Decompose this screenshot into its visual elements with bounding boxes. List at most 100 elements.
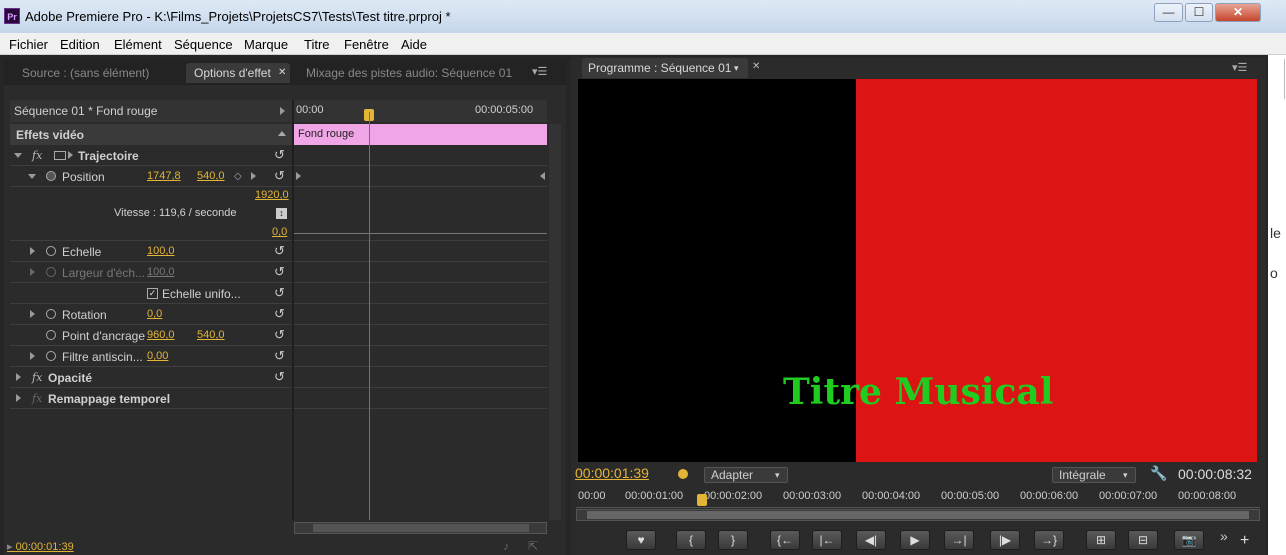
expand-arrow-icon[interactable]	[280, 107, 285, 115]
step-forward-button[interactable]: |▶	[990, 530, 1020, 550]
audio-icon[interactable]: ♪	[503, 539, 509, 553]
step-forward-frame-button[interactable]: →|	[944, 530, 974, 550]
vertical-scrollbar[interactable]	[549, 124, 561, 520]
menu-marque[interactable]: Marque	[244, 37, 288, 52]
scrollbar-thumb[interactable]	[313, 524, 529, 532]
add-marker-button[interactable]: ♥	[626, 530, 656, 550]
reset-icon[interactable]: ↺	[274, 264, 285, 280]
expand-arrow-icon[interactable]	[30, 352, 35, 360]
panel-menu-icon[interactable]: ▾☰	[532, 65, 547, 78]
expand-arrow-icon[interactable]	[30, 310, 35, 318]
menu-titre[interactable]: Titre	[304, 37, 330, 52]
velocity-graph[interactable]	[294, 187, 547, 241]
scale-value[interactable]: 100,0	[147, 245, 175, 257]
clip-bar-label: Fond rouge	[298, 128, 355, 140]
zoom-scrollbar-thumb[interactable]	[587, 511, 1249, 519]
motion-row: fx Trajectoire ↺	[10, 145, 292, 166]
next-keyframe-icon[interactable]	[251, 172, 256, 180]
minimize-button[interactable]: —	[1154, 3, 1183, 22]
position-x-value[interactable]: 1747,8	[147, 170, 181, 182]
program-current-time[interactable]: 00:00:01:39	[575, 465, 649, 481]
horizontal-scrollbar[interactable]	[294, 522, 547, 534]
expand-arrow-icon[interactable]	[14, 153, 22, 158]
effect-timecode[interactable]: ▸ 00:00:01:39	[7, 540, 74, 553]
tab-audio-mixer[interactable]: Mixage des pistes audio: Séquence 01	[298, 63, 512, 83]
expand-arrow-icon[interactable]	[28, 174, 36, 179]
lift-button[interactable]: ⊞	[1086, 530, 1116, 550]
position-y-value[interactable]: 540,0	[197, 170, 225, 182]
reset-icon[interactable]: ↺	[274, 285, 285, 301]
panel-divider[interactable]	[292, 100, 294, 520]
rotation-value[interactable]: 0,0	[147, 308, 162, 320]
reset-icon[interactable]: ↺	[274, 147, 285, 163]
anchor-x-value[interactable]: 960,0	[147, 329, 175, 341]
reset-icon[interactable]: ↺	[274, 306, 285, 322]
reset-icon[interactable]: ↺	[274, 327, 285, 343]
add-button-icon[interactable]: +	[1240, 532, 1249, 550]
keyframe-diamond-icon[interactable]: ◇	[234, 171, 242, 182]
panel-menu-icon[interactable]: ▾☰	[1232, 61, 1247, 74]
anchor-y-value[interactable]: 540,0	[197, 329, 225, 341]
rotation-track	[294, 304, 547, 325]
stopwatch-icon[interactable]	[46, 309, 56, 319]
stopwatch-icon[interactable]	[46, 171, 56, 181]
close-window-button[interactable]: ✕	[1215, 3, 1261, 22]
play-button[interactable]: ▶	[900, 530, 930, 550]
video-frame[interactable]: Titre Musical	[578, 79, 1257, 462]
reset-icon[interactable]: ↺	[274, 243, 285, 259]
mark-in-button[interactable]: {	[676, 530, 706, 550]
marker-dot-icon[interactable]	[678, 469, 688, 479]
stopwatch-icon[interactable]	[46, 351, 56, 361]
collapse-arrow-icon[interactable]	[278, 131, 286, 136]
quality-dropdown[interactable]: Intégrale ▾	[1052, 467, 1136, 483]
menu-element[interactable]: Elément	[114, 37, 162, 52]
width-value: 100,0	[147, 266, 175, 278]
mark-out-button[interactable]: }	[718, 530, 748, 550]
tab-effect-controls[interactable]: Options d'effet ✕	[186, 63, 290, 83]
ruler-tick-label: 00:00	[578, 490, 606, 502]
expand-arrow-icon[interactable]	[16, 394, 21, 402]
tab-source[interactable]: Source : (sans élément)	[14, 63, 149, 83]
keyframe-right-icon[interactable]	[540, 172, 545, 180]
stopwatch-icon[interactable]	[46, 246, 56, 256]
step-back-button[interactable]: |←	[812, 530, 842, 550]
go-to-in-button[interactable]: {←	[770, 530, 800, 550]
menu-fichier[interactable]: Fichier	[9, 37, 48, 52]
wrench-icon[interactable]: 🔧	[1150, 465, 1167, 482]
menu-fenetre[interactable]: Fenêtre	[344, 37, 389, 52]
maximize-button[interactable]: ☐	[1185, 3, 1213, 22]
reset-icon[interactable]: ↺	[274, 168, 285, 184]
step-back-frame-button[interactable]: ◀|	[856, 530, 886, 550]
tab-program[interactable]: Programme : Séquence 01 ▾	[582, 58, 748, 78]
stopwatch-icon[interactable]	[46, 330, 56, 340]
menu-aide[interactable]: Aide	[401, 37, 427, 52]
mini-timeline-ruler[interactable]: 00:00 00:00:05:00	[294, 100, 547, 122]
motion-transform-icon[interactable]	[54, 151, 66, 160]
flicker-value[interactable]: 0,00	[147, 350, 168, 362]
reset-icon[interactable]: ↺	[274, 369, 285, 385]
uniform-scale-checkbox[interactable]: ✓	[147, 288, 158, 299]
keyframe-left-icon[interactable]	[296, 172, 301, 180]
menu-sequence[interactable]: Séquence	[174, 37, 233, 52]
tab-close-icon[interactable]: ✕	[752, 61, 760, 72]
extract-button[interactable]: ⊟	[1128, 530, 1158, 550]
graph-toggle-icon[interactable]: ↕	[276, 208, 287, 219]
menu-edition[interactable]: Edition	[60, 37, 100, 52]
reset-icon[interactable]: ↺	[274, 348, 285, 364]
expand-arrow-icon[interactable]	[30, 247, 35, 255]
clip-bar[interactable]: Fond rouge	[294, 124, 547, 145]
fx-icon[interactable]: fx	[32, 371, 42, 384]
program-playhead-icon[interactable]	[697, 494, 708, 506]
export-icon[interactable]: ⇱	[528, 539, 538, 553]
expand-arrow-icon[interactable]	[16, 373, 21, 381]
go-to-out-button[interactable]: →}	[1034, 530, 1064, 550]
stopwatch-icon	[46, 267, 56, 277]
opacity-row: fx Opacité ↺	[10, 367, 292, 388]
more-controls-icon[interactable]: »	[1220, 528, 1228, 544]
fit-dropdown[interactable]: Adapter ▾	[704, 467, 788, 483]
tab-close-icon[interactable]: ✕	[278, 63, 286, 83]
tab-dropdown-icon[interactable]: ▾	[734, 58, 739, 78]
fx-icon[interactable]: fx	[32, 149, 42, 162]
export-frame-button[interactable]: 📷	[1174, 530, 1204, 550]
zoom-scrollbar[interactable]	[576, 509, 1260, 521]
